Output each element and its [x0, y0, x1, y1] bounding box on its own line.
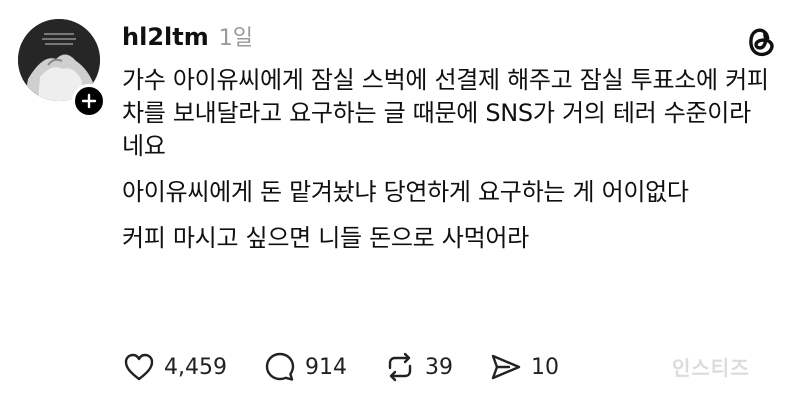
post-header: hl2ltm 1일: [122, 20, 253, 54]
threads-logo-icon[interactable]: [742, 22, 780, 60]
share-count: 10: [530, 354, 559, 380]
post-paragraph: 가수 아이유씨에게 잠실 스벅에 선결제 해주고 잠실 투표소에 커피차를 보내…: [122, 66, 769, 160]
plus-icon: [81, 93, 97, 109]
post-paragraph: 커피 마시고 싶으면 니들 돈으로 사먹어라: [122, 224, 529, 252]
post-content: 가수 아이유씨에게 잠실 스벅에 선결제 해주고 잠실 투표소에 커피차를 보내…: [122, 64, 772, 268]
heart-icon: [124, 353, 154, 381]
action-bar: 4,459 914 39 10: [122, 347, 595, 387]
like-count: 4,459: [164, 354, 227, 380]
share-icon: [491, 354, 521, 380]
post-paragraph: 아이유씨에게 돈 맡겨놨냐 당연하게 요구하는 게 어이없다: [122, 178, 689, 206]
watermark: 인스티즈: [672, 356, 750, 380]
reply-button[interactable]: 914: [263, 350, 347, 384]
repost-button[interactable]: 39: [383, 350, 453, 384]
like-button[interactable]: 4,459: [122, 350, 227, 384]
post-time: 1일: [218, 26, 253, 51]
share-button[interactable]: 10: [489, 350, 559, 384]
comment-icon: [265, 352, 295, 381]
reply-count: 914: [304, 354, 347, 380]
repost-icon: [388, 352, 412, 382]
repost-count: 39: [424, 354, 453, 380]
follow-button[interactable]: [72, 84, 106, 118]
username[interactable]: hl2ltm: [122, 23, 209, 51]
